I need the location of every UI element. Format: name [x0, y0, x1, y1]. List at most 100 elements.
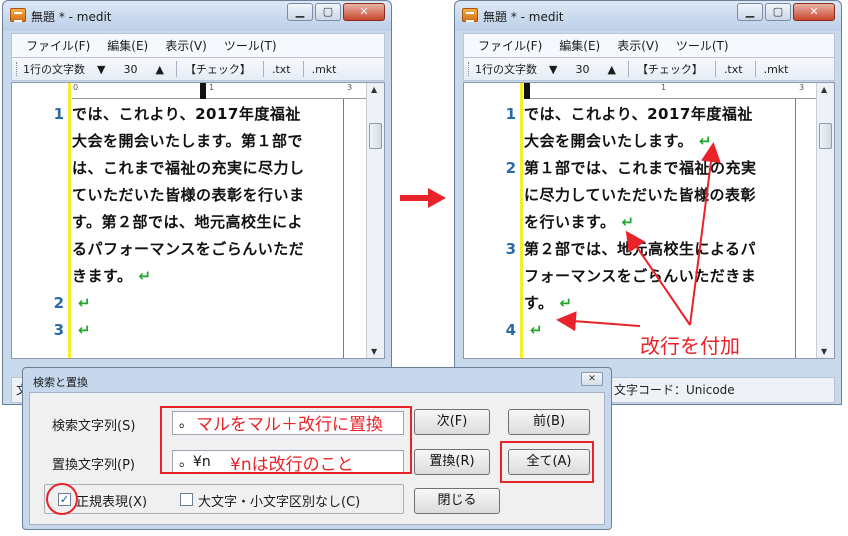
vertical-scrollbar[interactable]: ▲ ▼ [816, 83, 834, 358]
add-newline-annotation-text: 改行を付加 [640, 334, 740, 358]
text-line[interactable]: では、これより、2017年度福祉 [524, 101, 753, 128]
right-text-area[interactable]: 0 1 3 1 では、これより、2017年度福祉大会を開会いたします。 ↵ 2 第１部で… [463, 82, 835, 359]
return-mark-icon: ↵ [138, 267, 152, 285]
line-text: 第１部では、これまで福祉の充実 [524, 159, 757, 177]
replace-button[interactable]: 置換(R) [414, 449, 490, 475]
scroll-up-icon[interactable]: ▲ [821, 85, 827, 94]
text-line[interactable]: 第１部では、これまで福祉の充実 [524, 155, 757, 182]
toolbar-separator [754, 61, 756, 77]
minimize-button[interactable]: ▁ [737, 3, 763, 21]
text-line[interactable]: るパフォーマンスをごらんいただ [72, 236, 304, 263]
wrap-guide-line [795, 99, 796, 358]
scroll-up-icon[interactable]: ▲ [371, 85, 377, 94]
toolbar-separator [262, 61, 264, 77]
line-text: す。 [524, 294, 554, 312]
left-caption-buttons: ▁ ▢ ✕ [287, 3, 385, 21]
vertical-scrollbar[interactable]: ▲ ▼ [366, 83, 384, 358]
dialog-title: 検索と置換 [33, 376, 88, 389]
right-toolbar: 1行の文字数 ▼ 30 ▲ 【チェック】 .txt .mkt [463, 57, 835, 81]
right-caption-buttons: ▁ ▢ ✕ [737, 3, 835, 21]
menu-view[interactable]: 表示(V) [165, 37, 207, 54]
text-line[interactable]: 大会を開会いたします。 ↵ [524, 128, 712, 155]
menu-tools[interactable]: ツール(T) [224, 37, 277, 54]
chars-per-line-label: 1行の文字数 [23, 63, 85, 76]
left-editor-window: 無題 * - medit ▁ ▢ ✕ ファイル(F) 編集(E) 表示(V) ツ… [2, 0, 392, 405]
text-line[interactable]: す。 ↵ [524, 290, 573, 317]
maximize-button[interactable]: ▢ [315, 3, 341, 21]
close-dialog-button[interactable]: 閉じる [414, 488, 500, 514]
line-text: るパフォーマンスをごらんいただ [72, 240, 305, 258]
text-line[interactable]: す。第２部では、地元高校生によ [72, 209, 303, 236]
menu-file[interactable]: ファイル(F) [26, 37, 90, 54]
scrollbar-thumb[interactable] [369, 123, 382, 149]
text-line[interactable]: ていただいた皆様の表彰を行いま [72, 182, 305, 209]
column-ruler: 0 1 3 [72, 83, 366, 99]
right-window-title: 無題 * - medit [483, 10, 564, 24]
chars-increase-button[interactable]: ▲ [607, 63, 615, 76]
transform-arrow-icon [400, 188, 446, 208]
line-text: 大会を開会いたします。 [524, 132, 694, 150]
line-text: を行います。 [524, 213, 616, 231]
toolbar-grip[interactable] [468, 62, 471, 76]
chars-per-line-label: 1行の文字数 [475, 63, 537, 76]
gutter-marker-bar [520, 83, 523, 358]
text-line[interactable]: に尽力していただいた皆様の表彰 [524, 182, 756, 209]
text-line[interactable]: は、これまで福祉の充実に尽力し [72, 155, 305, 182]
dialog-close-icon[interactable]: ✕ [581, 372, 603, 386]
text-line[interactable]: きます。 ↵ [72, 263, 152, 290]
line-number: 1 [53, 105, 64, 123]
text-line[interactable]: 大会を開会いたします。第１部で [72, 128, 303, 155]
scroll-down-icon[interactable]: ▼ [821, 347, 827, 356]
left-toolbar: 1行の文字数 ▼ 30 ▲ 【チェック】 .txt .mkt [11, 57, 385, 81]
search-annotation-text: マルをマル＋改行に置換 [196, 415, 383, 435]
text-line[interactable]: ↵ [72, 290, 91, 317]
chars-decrease-button[interactable]: ▼ [97, 63, 105, 76]
ruler-label: 3 [799, 83, 805, 92]
return-mark-icon: ↵ [621, 213, 635, 231]
line-number: 3 [53, 321, 64, 339]
text-line[interactable]: 第２部では、地元高校生によるパ [524, 236, 756, 263]
toolbar-grip[interactable] [16, 62, 19, 76]
menu-view[interactable]: 表示(V) [617, 37, 659, 54]
find-prev-button[interactable]: 前(B) [508, 409, 590, 435]
txt-button[interactable]: .txt [724, 63, 743, 76]
line-number: 3 [505, 240, 516, 258]
screenshot-stage: 無題 * - medit ▁ ▢ ✕ ファイル(F) 編集(E) 表示(V) ツ… [0, 0, 848, 536]
right-menu-bar: ファイル(F) 編集(E) 表示(V) ツール(T) [463, 33, 835, 57]
menu-file[interactable]: ファイル(F) [478, 37, 542, 54]
minimize-button[interactable]: ▁ [287, 3, 313, 21]
mkt-button[interactable]: .mkt [312, 63, 337, 76]
menu-edit[interactable]: 編集(E) [107, 37, 148, 54]
return-mark-icon: ↵ [559, 294, 573, 312]
left-text-area[interactable]: 0 1 3 1 では、これより、2017年度福祉 大会を開会いたします。第１部で は、… [11, 82, 385, 359]
menu-tools[interactable]: ツール(T) [676, 37, 729, 54]
scrollbar-thumb[interactable] [819, 123, 832, 149]
check-button[interactable]: 【チェック】 [185, 61, 251, 77]
chars-decrease-button[interactable]: ▼ [549, 63, 557, 76]
check-button[interactable]: 【チェック】 [637, 61, 703, 77]
close-button[interactable]: ✕ [793, 3, 835, 21]
left-title-bar[interactable]: 無題 * - medit ▁ ▢ ✕ [3, 1, 391, 31]
find-next-button[interactable]: 次(F) [414, 409, 490, 435]
mkt-button[interactable]: .mkt [764, 63, 789, 76]
line-number: 4 [505, 321, 516, 339]
txt-button[interactable]: .txt [272, 63, 291, 76]
toolbar-separator [302, 61, 304, 77]
text-line[interactable]: ↵ [72, 317, 91, 344]
close-button[interactable]: ✕ [343, 3, 385, 21]
text-line[interactable]: では、これより、2017年度福祉 [72, 101, 301, 128]
maximize-button[interactable]: ▢ [765, 3, 791, 21]
chars-per-line-value[interactable]: 30 [123, 63, 137, 76]
scroll-down-icon[interactable]: ▼ [371, 347, 377, 356]
ruler-label: 3 [347, 83, 353, 92]
text-line[interactable]: を行います。 ↵ [524, 209, 635, 236]
right-title-bar[interactable]: 無題 * - medit ▁ ▢ ✕ [455, 1, 841, 31]
line-text: に尽力していただいた皆様の表彰 [524, 186, 757, 204]
chars-increase-button[interactable]: ▲ [155, 63, 163, 76]
case-insensitive-checkbox[interactable] [180, 493, 193, 506]
annotation-regex-circle [46, 483, 78, 515]
text-line[interactable]: フォーマンスをごらんいただきま [524, 263, 756, 290]
chars-per-line-value[interactable]: 30 [575, 63, 589, 76]
text-line[interactable]: ↵ [524, 317, 543, 344]
menu-edit[interactable]: 編集(E) [559, 37, 600, 54]
